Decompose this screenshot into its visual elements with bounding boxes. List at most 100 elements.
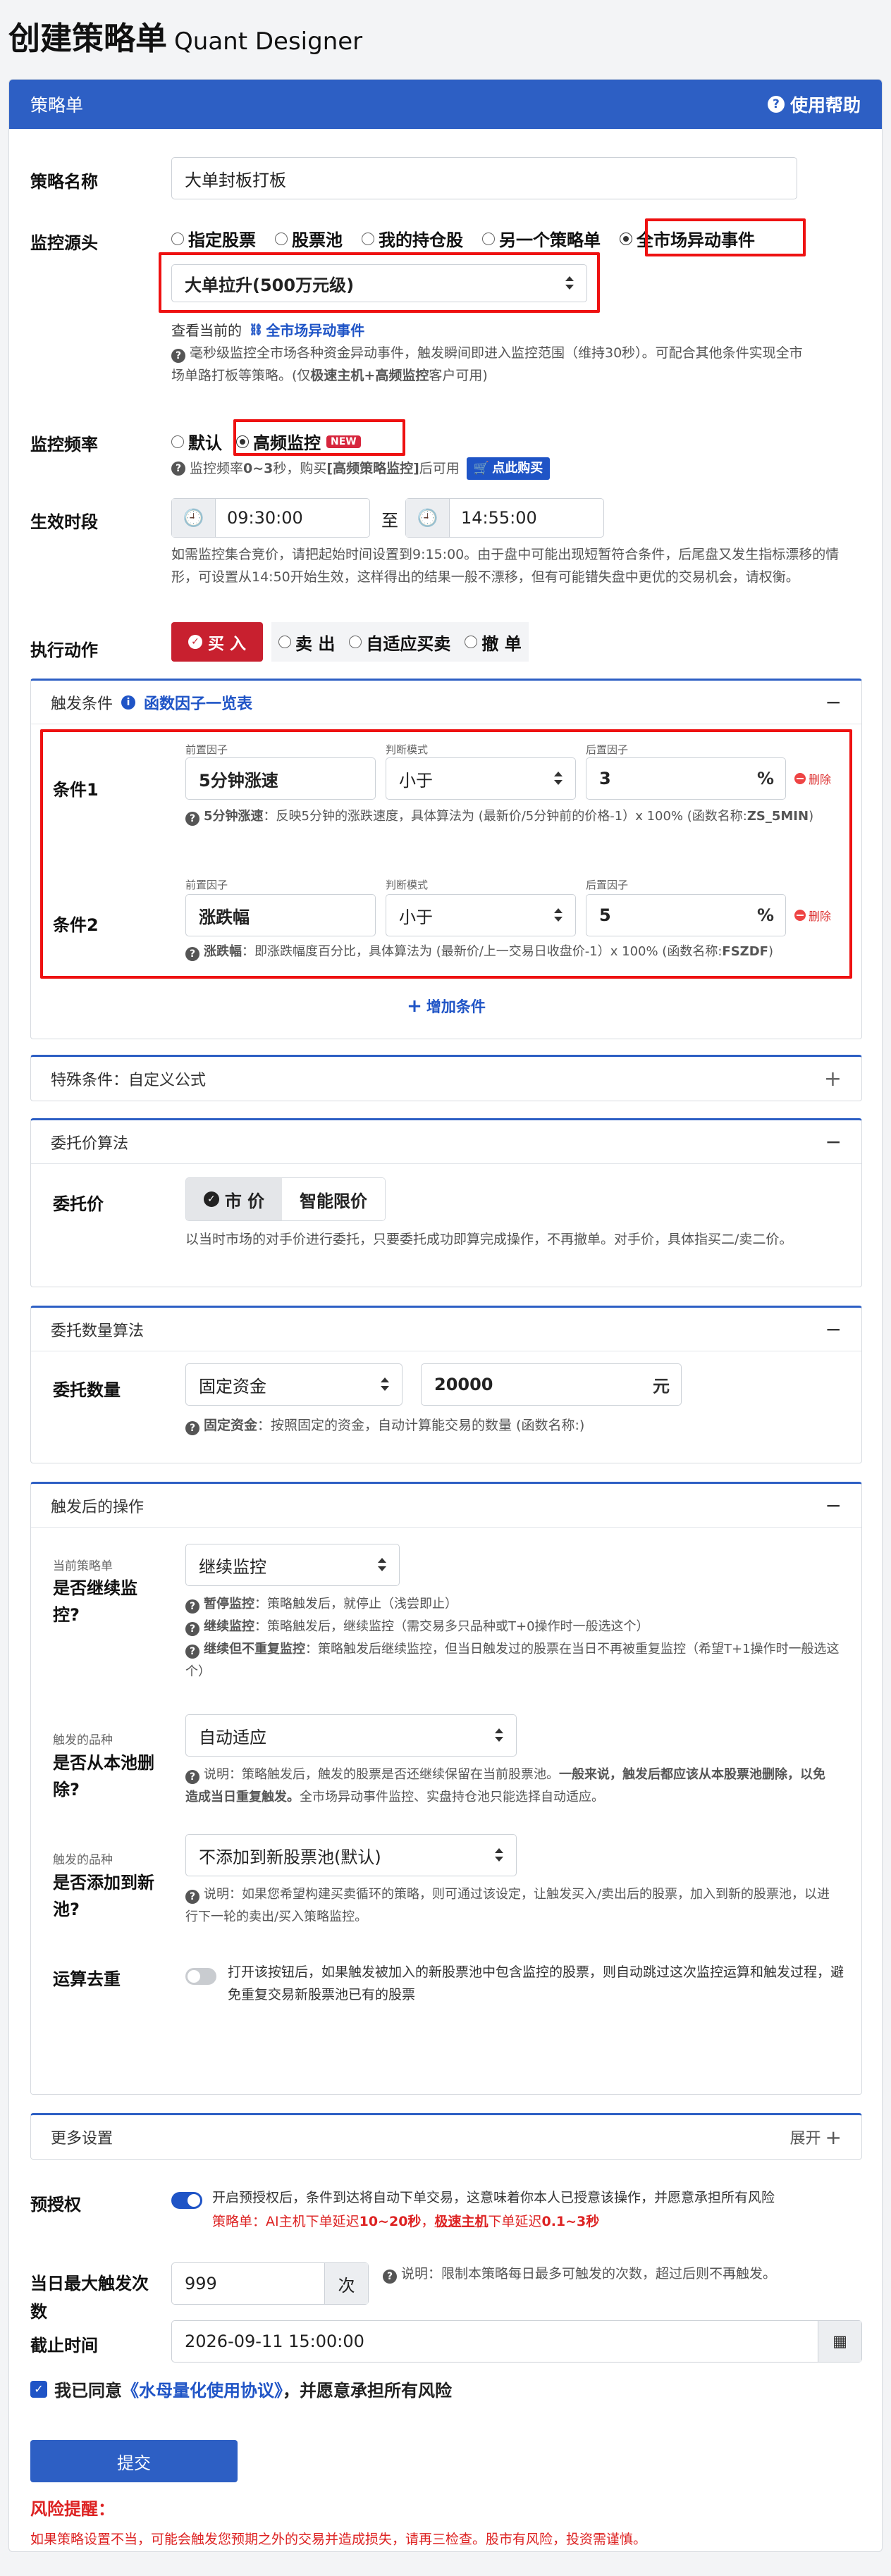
remove-label: 是否从本池删除? xyxy=(53,1753,154,1800)
radio-icon xyxy=(349,636,362,648)
qty-note: ? 固定资金：按照固定的资金，自动计算能交易的数量 (函数名称:) xyxy=(185,1414,820,1437)
collapse-icon[interactable]: − xyxy=(825,691,842,714)
card-header: 策略单 ? 使用帮助 xyxy=(9,80,882,129)
preauth-toggle[interactable] xyxy=(171,2192,202,2209)
condition-1-value-input[interactable]: 3% xyxy=(586,757,786,800)
plus-icon: + xyxy=(825,2125,842,2149)
qty-label: 委托数量 xyxy=(53,1380,121,1400)
expand-button[interactable]: 展开 + xyxy=(790,2126,842,2149)
post-factor-label: 后置因子 xyxy=(586,879,629,891)
source-option-holdings[interactable]: 我的持仓股 xyxy=(362,226,463,251)
page-title: 创建策略单 Quant Designer xyxy=(8,20,363,57)
condition-2-note: ? 涨跌幅：即涨跌幅度百分比，具体算法为 (最新价/上一交易日收盘价-1）x 10… xyxy=(185,941,834,963)
question-icon: ? xyxy=(185,1890,199,1904)
collapse-icon[interactable]: − xyxy=(825,1130,842,1153)
trigger-panel-header: 触发条件 i 函数因子一览表 − xyxy=(31,681,861,724)
radio-icon xyxy=(465,636,478,648)
factor-list-link[interactable]: i 函数因子一览表 xyxy=(121,691,252,714)
question-icon: ? xyxy=(185,1622,199,1636)
remove-note: ? 说明：策略触发后，触发的股票是否还继续保留在当前股票池。一般来说，触发后都应该… xyxy=(185,1767,825,1804)
name-label: 策略名称 xyxy=(30,172,98,192)
freq-label: 监控频率 xyxy=(30,435,98,454)
source-option-pool[interactable]: 股票池 xyxy=(275,226,343,251)
agree-row: ✓ 我已同意《水母量化使用协议》，并愿意承担所有风险 xyxy=(30,2377,452,2401)
buy-now-button[interactable]: 🛒 点此购买 xyxy=(466,457,551,480)
calendar-icon[interactable]: ▦ xyxy=(818,2321,861,2362)
dedup-toggle[interactable] xyxy=(185,1968,216,1985)
preauth-delay-note: 策略单：AI主机下单延迟10~20秒，极速主机下单延迟0.1~3秒 xyxy=(212,2214,600,2229)
event-select[interactable]: 大单拉升(500万元级) xyxy=(171,264,587,302)
condition-1-factor-input[interactable]: 5分钟涨速 xyxy=(185,757,376,800)
source-option-other-strategy[interactable]: 另一个策略单 xyxy=(482,226,601,251)
add-pool-select[interactable]: 不添加到新股票池(默认) xyxy=(185,1834,517,1876)
special-panel-header[interactable]: 特殊条件：自定义公式 + xyxy=(31,1057,861,1101)
pre-factor-label: 前置因子 xyxy=(185,879,228,891)
continue-label: 是否继续监控? xyxy=(53,1578,137,1625)
condition-2-mode-select[interactable]: 小于 xyxy=(386,894,576,936)
condition-2-factor-input[interactable]: 涨跌幅 xyxy=(185,894,376,936)
buy-option[interactable]: ✓ 买 入 xyxy=(171,622,263,662)
deadline-input[interactable]: 2026-09-11 15:00:00 ▦ xyxy=(171,2320,862,2363)
highlight-box xyxy=(233,419,405,456)
qty-algo-header: 委托数量算法 − xyxy=(31,1308,861,1351)
start-time-input[interactable]: 🕘 09:30:00 xyxy=(171,498,370,538)
help-link[interactable]: ? 使用帮助 xyxy=(767,92,861,117)
continue-small-label: 当前策略单 xyxy=(53,1559,113,1573)
special-panel: 特殊条件：自定义公式 + xyxy=(30,1055,862,1101)
question-icon: ? xyxy=(171,349,185,363)
daily-max-label: 当日最大触发次数 xyxy=(30,2274,149,2322)
pre-factor-label: 前置因子 xyxy=(185,743,228,756)
condition-1-delete-button[interactable]: 删除 xyxy=(794,770,831,787)
freq-option-default[interactable]: 默认 xyxy=(171,429,222,454)
more-panel-header[interactable]: 更多设置 展开 + xyxy=(31,2115,861,2159)
price-segmented: ✓ 市 价 智能限价 xyxy=(185,1177,386,1221)
minus-circle-icon xyxy=(794,773,806,784)
smart-limit-option[interactable]: 智能限价 xyxy=(282,1178,385,1220)
qty-mode-select[interactable]: 固定资金 xyxy=(185,1363,403,1406)
price-algo-panel: 委托价算法 − xyxy=(30,1118,862,1287)
source-label: 监控源头 xyxy=(30,233,98,253)
agree-checkbox[interactable]: ✓ xyxy=(30,2380,47,2398)
action-label: 执行动作 xyxy=(30,640,98,660)
sell-option[interactable]: 卖 出 xyxy=(278,630,335,655)
remove-small-label: 触发的品种 xyxy=(53,1733,113,1747)
post-factor-label: 后置因子 xyxy=(586,743,629,756)
check-circle-icon: ✓ xyxy=(203,1191,219,1207)
condition-2-value-input[interactable]: 5% xyxy=(586,894,786,936)
radio-icon xyxy=(482,232,495,245)
submit-button[interactable]: 提交 xyxy=(30,2440,238,2482)
radio-icon xyxy=(362,232,374,245)
adaptive-option[interactable]: 自适应买卖 xyxy=(349,630,450,655)
source-option-stock[interactable]: 指定股票 xyxy=(171,226,256,251)
card-title: 策略单 xyxy=(30,95,84,116)
cancel-option[interactable]: 撤 单 xyxy=(465,630,522,655)
radio-icon xyxy=(275,232,288,245)
collapse-icon[interactable]: − xyxy=(825,1318,842,1341)
radio-icon xyxy=(171,232,184,245)
market-price-option[interactable]: ✓ 市 价 xyxy=(186,1178,282,1220)
dedup-note: 打开该按钮后，如果触发被加入的新股票池中包含监控的股票，则自动跳过这次监控运算和… xyxy=(228,1964,844,2002)
collapse-icon[interactable]: − xyxy=(825,1494,842,1517)
condition-2-delete-button[interactable]: 删除 xyxy=(794,907,831,924)
daily-max-input[interactable]: 999 次 xyxy=(171,2262,369,2305)
qty-amount-input[interactable]: 20000 元 xyxy=(421,1363,682,1406)
risk-text: 如果策略设置不当，可能会触发您预期之外的交易并造成损失，请再三检查。股市有风险，… xyxy=(30,2532,647,2547)
check-icon: ✓ xyxy=(188,635,202,649)
question-icon: ? xyxy=(185,1599,199,1614)
condition-1-mode-select[interactable]: 小于 xyxy=(386,757,576,800)
price-algo-header: 委托价算法 − xyxy=(31,1120,861,1164)
question-icon: ? xyxy=(185,812,199,826)
condition-2-label: 条件2 xyxy=(53,915,99,935)
end-time-input[interactable]: 🕘 14:55:00 xyxy=(405,498,604,538)
event-link[interactable]: ⛓ 全市场异动事件 xyxy=(249,319,364,340)
agreement-link[interactable]: 《水母量化使用协议》 xyxy=(122,2381,283,2401)
remove-select[interactable]: 自动适应 xyxy=(185,1714,517,1757)
add-condition-button[interactable]: + 增加条件 xyxy=(407,996,486,1017)
strategy-name-input[interactable]: 大单封板打板 xyxy=(171,157,797,199)
expand-icon[interactable]: + xyxy=(824,1067,842,1091)
price-note: 以当时市场的对手价进行委托，只要委托成功即算完成操作，不再撤单。对手价，具体指买… xyxy=(185,1232,793,1247)
question-icon: ? xyxy=(185,1421,199,1435)
freq-note: ? 监控频率 0~3 秒，购买 [高频策略监控] 后可用 🛒 点此购买 xyxy=(171,457,862,480)
mode-label: 判断模式 xyxy=(386,743,429,756)
continue-select[interactable]: 继续监控 xyxy=(185,1544,400,1586)
